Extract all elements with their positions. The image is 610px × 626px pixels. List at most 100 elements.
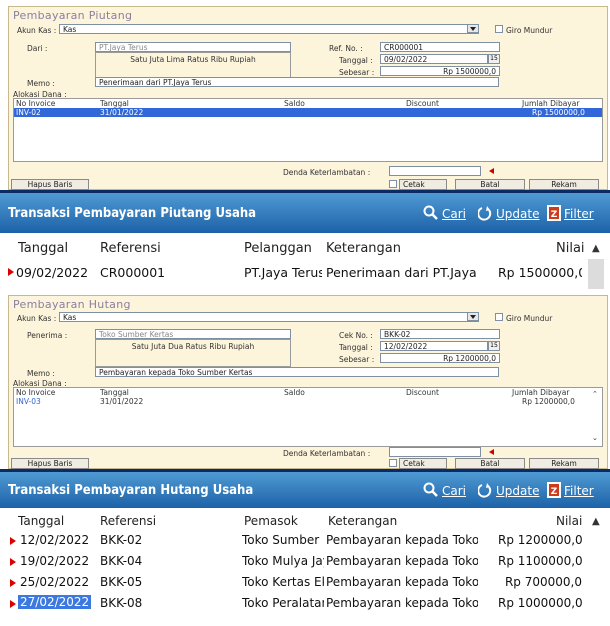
- update-link[interactable]: Update: [496, 484, 539, 498]
- cell: CR000001: [100, 265, 166, 280]
- cell: Toko Peralatan Sekolah: [242, 596, 324, 610]
- col-header: Pemasok: [244, 514, 298, 528]
- col-header: No Invoice: [16, 388, 56, 397]
- filter-link[interactable]: Filter: [564, 484, 594, 498]
- memo-label: Memo :: [27, 79, 55, 88]
- list-title: Transaksi Pembayaran Hutang Usaha: [8, 483, 254, 498]
- col-header: Pelanggan: [244, 241, 312, 256]
- cell: Rp 1500000,0: [532, 108, 585, 117]
- rekam-button[interactable]: Rekam: [529, 179, 599, 190]
- sebesar-field[interactable]: Rp 1200000,0: [380, 353, 500, 363]
- cell: PT.Jaya Terus: [244, 265, 322, 280]
- cell: 09/02/2022: [16, 265, 89, 280]
- table-row[interactable]: 25/02/2022 BKK-05 Toko Kertas Eka Pembay…: [8, 572, 584, 592]
- cari-link[interactable]: Cari: [442, 207, 466, 221]
- update-link[interactable]: Update: [496, 207, 539, 221]
- batal-button[interactable]: Batal: [455, 458, 525, 469]
- cetak-button[interactable]: Cetak: [399, 458, 447, 469]
- tanggal-field[interactable]: 09/02/2022: [380, 54, 488, 64]
- col-header: Referensi: [100, 514, 157, 528]
- scroll-down-icon[interactable]: ⌄: [592, 434, 598, 442]
- cell: 19/02/2022: [20, 554, 90, 568]
- col-header: Discount: [406, 388, 439, 397]
- alokasi-grid[interactable]: No Invoice Tanggal Saldo Discount Jumlah…: [13, 387, 603, 447]
- cell: Rp 1200000,0: [522, 397, 575, 406]
- scroll-up-icon[interactable]: ▲: [592, 516, 600, 527]
- hutang-list-titlebar: Transaksi Pembayaran Hutang Usaha Cari U…: [0, 472, 610, 508]
- cell: Toko Kertas Eka: [242, 575, 324, 589]
- filter-icon[interactable]: Z: [547, 482, 561, 498]
- col-header: Nilai: [556, 241, 585, 256]
- penerima-label: Penerima :: [27, 331, 68, 340]
- cell: 25/02/2022: [20, 575, 90, 589]
- akun-kas-label: Akun Kas :: [17, 314, 57, 323]
- col-header: Tanggal: [100, 99, 129, 108]
- scroll-up-icon[interactable]: ⌃: [592, 390, 598, 398]
- batal-button[interactable]: Batal: [455, 179, 525, 190]
- arrow-left-icon: [489, 168, 494, 174]
- denda-field[interactable]: [389, 166, 481, 176]
- memo-field[interactable]: Pembayaran kepada Toko Sumber Kertas: [95, 367, 499, 377]
- col-header: Saldo: [284, 388, 305, 397]
- dari-field[interactable]: PT.Jaya Terus: [95, 42, 291, 52]
- cetak-checkbox[interactable]: [389, 180, 397, 188]
- table-row[interactable]: INV-02 31/01/2022 Rp 1500000,0: [14, 108, 602, 117]
- cari-link[interactable]: Cari: [442, 484, 466, 498]
- cell: BKK-02: [100, 533, 143, 547]
- akun-kas-select[interactable]: Kas: [59, 24, 479, 34]
- ref-label: Ref. No. :: [329, 44, 363, 53]
- hapus-baris-button[interactable]: Hapus Baris: [11, 179, 89, 190]
- filter-icon[interactable]: Z: [547, 205, 561, 221]
- col-header: Saldo: [284, 99, 305, 108]
- dropdown-icon[interactable]: [467, 24, 479, 33]
- cetak-checkbox[interactable]: [389, 459, 397, 467]
- sebesar-label: Sebesar :: [339, 355, 375, 364]
- scrollbar-thumb[interactable]: [588, 259, 604, 289]
- piutang-form: Pembayaran Piutang Akun Kas : Kas Giro M…: [8, 6, 608, 190]
- table-row[interactable]: INV-03 31/01/2022 Rp 1200000,0: [14, 397, 602, 406]
- col-header: Keterangan: [328, 514, 398, 528]
- cell: Toko Mulya Jaya: [242, 554, 324, 568]
- col-header: Tanggal: [100, 388, 129, 397]
- hapus-baris-button[interactable]: Hapus Baris: [11, 458, 89, 469]
- cell: Pembayaran kepada Toko Peralatan Sekolah: [326, 596, 478, 610]
- ref-field[interactable]: CR000001: [380, 42, 500, 52]
- akun-kas-select[interactable]: Kas: [59, 312, 479, 322]
- amount-words: Satu Juta Lima Ratus Ribu Rupiah: [95, 52, 291, 80]
- refresh-icon[interactable]: [478, 482, 492, 498]
- calendar-icon[interactable]: 15: [488, 341, 500, 351]
- tanggal-field[interactable]: 12/02/2022: [380, 341, 488, 351]
- col-header: Referensi: [100, 241, 161, 256]
- search-icon[interactable]: [423, 205, 439, 221]
- cell: Pembayaran kepada Toko Mulya Jaya: [326, 554, 478, 568]
- filter-link[interactable]: Filter: [564, 207, 594, 221]
- cek-field[interactable]: BKK-02: [380, 329, 500, 339]
- cell: Pembayaran kepada Toko Sumber Kertas: [326, 533, 478, 547]
- giro-checkbox[interactable]: [495, 313, 503, 321]
- tanggal-label: Tanggal :: [339, 56, 373, 65]
- search-icon[interactable]: [423, 482, 439, 498]
- table-row[interactable]: 27/02/2022 BKK-08 Toko Peralatan Sekolah…: [8, 593, 584, 613]
- cell: Rp 1000000,0: [498, 596, 582, 610]
- cetak-button[interactable]: Cetak: [399, 179, 447, 190]
- denda-field[interactable]: [389, 447, 481, 457]
- col-header: No Invoice: [16, 99, 56, 108]
- dropdown-icon[interactable]: [467, 312, 479, 321]
- akun-kas-label: Akun Kas :: [17, 26, 57, 35]
- table-row[interactable]: 12/02/2022 BKK-02 Toko Sumber Kertas Pem…: [8, 530, 584, 550]
- col-header: Tanggal: [18, 241, 69, 256]
- table-row[interactable]: 19/02/2022 BKK-04 Toko Mulya Jaya Pembay…: [8, 551, 584, 571]
- alokasi-grid[interactable]: No Invoice Tanggal Saldo Discount Jumlah…: [13, 98, 603, 162]
- cell: Rp 1200000,0: [498, 533, 582, 547]
- cell: 31/01/2022: [100, 108, 144, 117]
- memo-field[interactable]: Penerimaan dari PT.Jaya Terus: [95, 77, 499, 87]
- scroll-up-icon[interactable]: ▲: [592, 243, 600, 254]
- table-row[interactable]: 09/02/2022 CR000001 PT.Jaya Terus Peneri…: [8, 261, 584, 285]
- giro-checkbox[interactable]: [495, 25, 503, 33]
- calendar-icon[interactable]: 15: [488, 54, 500, 64]
- refresh-icon[interactable]: [478, 205, 492, 221]
- sebesar-field[interactable]: Rp 1500000,0: [380, 66, 500, 76]
- penerima-field[interactable]: Toko Sumber Kertas: [95, 329, 291, 339]
- rekam-button[interactable]: Rekam: [529, 458, 599, 469]
- col-header: Nilai: [556, 514, 583, 528]
